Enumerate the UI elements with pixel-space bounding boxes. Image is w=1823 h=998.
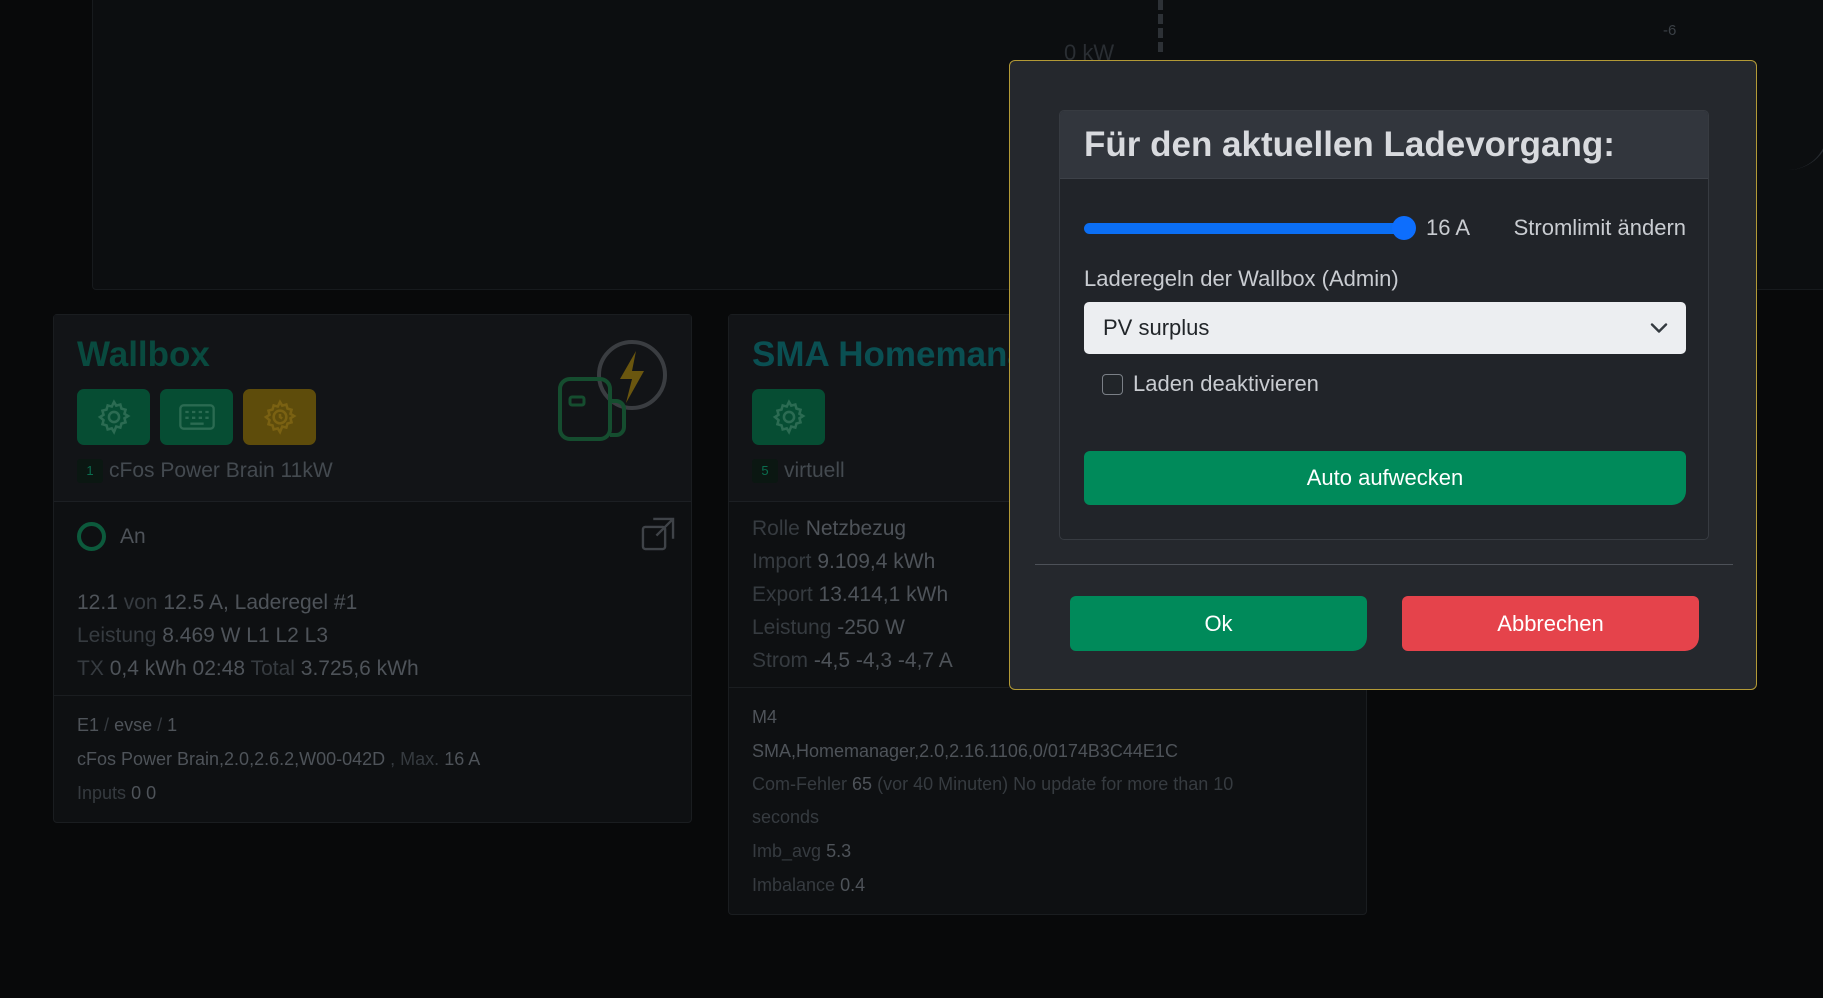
com-error-line: Com-Fehler 65 (vor 40 Minuten) No update…: [752, 774, 1234, 827]
current-line: 12.1 von 12.5 A, Laderegel #1: [77, 591, 358, 614]
chart-tick-label: -6: [1663, 22, 1677, 39]
inputs-line: Inputs 0 0: [77, 783, 157, 803]
display-button[interactable]: [160, 389, 233, 445]
chevron-down-icon: [1650, 323, 1668, 333]
wallbox-model: cFos Power Brain 11kW: [109, 459, 333, 482]
session-settings-header: Für den aktuellen Ladevorgang:: [1060, 111, 1708, 179]
wallbox-card-body: An 12.1 von 12.5 A, Laderegel #1 Leistun…: [54, 502, 691, 696]
settings-button[interactable]: [752, 389, 825, 445]
charging-rule-select[interactable]: PV surplus: [1084, 302, 1686, 354]
wallbox-status: An: [77, 518, 668, 554]
wake-car-button[interactable]: Auto aufwecken: [1084, 451, 1686, 505]
chart-series-line: [1788, 0, 1823, 170]
wallbox-card-footer: E1 / evse / 1 cFos Power Brain,2.0,2.6.2…: [54, 696, 691, 822]
app-stage: 0 kW -6 Wallbox 1 cFos Power Brain 11kW …: [0, 0, 1823, 998]
meter-id: M4: [752, 707, 778, 727]
gear-icon: [772, 399, 806, 435]
cancel-button[interactable]: Abbrechen: [1402, 596, 1699, 651]
sma-actions: [752, 389, 825, 445]
disable-charging-label[interactable]: Laden deaktivieren: [1133, 371, 1319, 397]
sma-type: virtuell: [784, 459, 845, 482]
wallbox-charging-icon: [558, 340, 667, 441]
settings-button[interactable]: [77, 389, 150, 445]
wallbox-subtitle: 1 cFos Power Brain 11kW: [77, 459, 333, 483]
firmware-line: SMA,Homemanager,2.0,2.16.1106,0/0174B3C4…: [752, 741, 1178, 761]
current-limit-row: 16 A Stromlimit ändern: [1084, 214, 1686, 242]
device-index-badge: 1: [77, 459, 103, 483]
imbalance-line: Imbalance 0.4: [752, 875, 866, 895]
current-limit-value: 16 A: [1426, 215, 1471, 240]
charging-rules-button[interactable]: [243, 389, 316, 445]
ok-button[interactable]: Ok: [1070, 596, 1367, 651]
dialog-divider: [1035, 564, 1733, 565]
charging-rule-selected: PV surplus: [1103, 315, 1210, 340]
device-index-badge: 5: [752, 459, 778, 483]
transaction-line: TX 0,4 kWh 02:48 Total 3.725,6 kWh: [77, 657, 419, 680]
wallbox-card-header: Wallbox 1 cFos Power Brain 11kW: [54, 315, 691, 502]
current-limit-label: Stromlimit ändern: [1513, 215, 1686, 240]
wallbox-title[interactable]: Wallbox: [77, 335, 210, 375]
imb-avg-line: Imb_avg 5.3: [752, 841, 852, 861]
slider-thumb[interactable]: [1392, 216, 1416, 240]
sma-card-footer: M4 SMA,Homemanager,2.0,2.16.1106,0/0174B…: [729, 688, 1366, 914]
session-settings-card: Für den aktuellen Ladevorgang: 16 A Stro…: [1059, 110, 1709, 540]
disable-charging-checkbox[interactable]: [1102, 373, 1123, 395]
chart-marker-line: [1158, 0, 1163, 52]
device-path: E1 / evse / 1: [77, 715, 178, 735]
current-limit-slider[interactable]: [1084, 216, 1416, 240]
sma-subtitle: 5 virtuell: [752, 459, 845, 483]
gear-clock-icon: [263, 399, 297, 435]
gear-icon: [97, 399, 131, 435]
status-text: An: [120, 524, 146, 548]
dialog-heading: Für den aktuellen Ladevorgang:: [1084, 124, 1615, 164]
wallbox-card: Wallbox 1 cFos Power Brain 11kW An 12.1 …: [53, 314, 692, 823]
wallbox-actions: [77, 389, 316, 445]
charging-session-dialog: Für den aktuellen Ladevorgang: 16 A Stro…: [1009, 60, 1757, 690]
disable-charging-row: Laden deaktivieren: [1102, 371, 1319, 397]
external-link-icon[interactable]: [639, 515, 677, 553]
keyboard-icon: [178, 404, 215, 430]
charging-rule-label: Laderegeln der Wallbox (Admin): [1084, 266, 1399, 291]
firmware-line: cFos Power Brain,2.0,2.6.2,W00-042D , Ma…: [77, 749, 481, 769]
power-line: Leistung 8.469 W L1 L2 L3: [77, 624, 329, 647]
status-ring-icon: [77, 521, 106, 551]
